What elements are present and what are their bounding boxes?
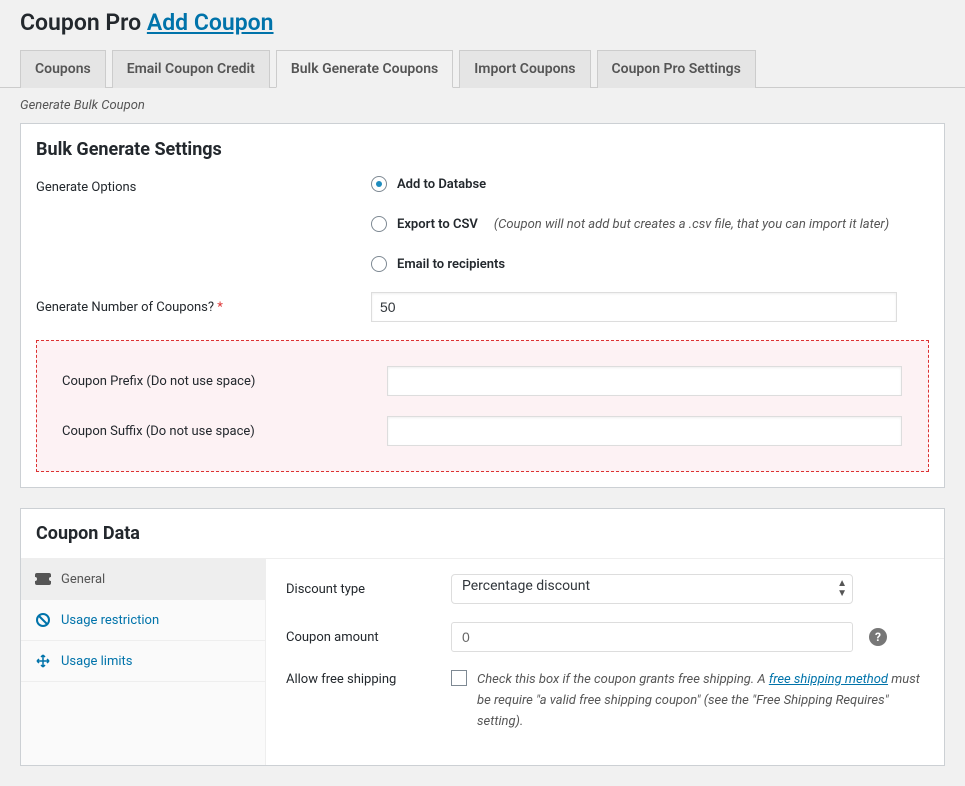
free-shipping-method-link[interactable]: free shipping method	[769, 672, 888, 687]
generate-options-radios: Add to Databse Export to CSV (Coupon wil…	[371, 176, 929, 280]
tab-coupons[interactable]: Coupons	[20, 50, 106, 88]
coupon-side-tabs: General Usage restriction Usage limits	[21, 559, 266, 765]
radio-export-csv[interactable]: Export to CSV (Coupon will not add but c…	[371, 216, 929, 232]
side-tab-usage-limits[interactable]: Usage limits	[21, 641, 265, 682]
coupon-data-title: Coupon Data	[21, 509, 944, 558]
help-icon[interactable]: ?	[869, 628, 887, 646]
coupon-prefix-input[interactable]	[387, 366, 902, 396]
page-title: Coupon Pro Add Coupon	[20, 9, 945, 36]
free-shipping-description: Check this box if the coupon grants free…	[477, 670, 924, 732]
radio-icon	[371, 256, 387, 272]
discount-type-label: Discount type	[286, 582, 441, 597]
radio-label-export-csv: Export to CSV	[397, 217, 478, 232]
tab-bulk-generate-coupons[interactable]: Bulk Generate Coupons	[276, 50, 453, 88]
coupon-suffix-label: Coupon Suffix (Do not use space)	[62, 424, 387, 439]
ticket-icon	[35, 571, 51, 587]
discount-type-row: Discount type Percentage discount ▲▼	[286, 574, 924, 604]
generate-number-label: Generate Number of Coupons? *	[36, 300, 371, 315]
add-coupon-link[interactable]: Add Coupon	[147, 9, 274, 36]
radio-label-email: Email to recipients	[397, 257, 505, 272]
subheader-text: Generate Bulk Coupon	[0, 88, 965, 123]
radio-icon	[371, 176, 387, 192]
generate-number-row: Generate Number of Coupons? *	[21, 286, 944, 328]
side-tab-usage-restriction[interactable]: Usage restriction	[21, 600, 265, 641]
required-asterisk: *	[217, 300, 223, 315]
tab-email-coupon-credit[interactable]: Email Coupon Credit	[112, 50, 270, 88]
coupon-data-panel: Coupon Data General Usage restriction Us…	[20, 508, 945, 766]
page-header: Coupon Pro Add Coupon	[0, 0, 965, 40]
move-icon	[35, 653, 51, 669]
coupon-prefix-label: Coupon Prefix (Do not use space)	[62, 374, 387, 389]
radio-email-recipients[interactable]: Email to recipients	[371, 256, 929, 272]
discount-type-select[interactable]: Percentage discount	[451, 574, 853, 604]
coupon-amount-label: Coupon amount	[286, 630, 441, 645]
radio-icon	[371, 216, 387, 232]
side-tab-label: Usage limits	[61, 654, 132, 669]
tab-import-coupons[interactable]: Import Coupons	[459, 50, 590, 88]
page-title-text: Coupon Pro	[20, 9, 141, 36]
coupon-amount-row: Coupon amount ?	[286, 622, 924, 652]
prefix-suffix-box: Coupon Prefix (Do not use space) Coupon …	[36, 340, 929, 472]
side-tab-label: General	[61, 572, 105, 587]
bulk-settings-title: Bulk Generate Settings	[21, 139, 944, 172]
side-tab-label: Usage restriction	[61, 613, 159, 628]
discount-type-select-wrap: Percentage discount ▲▼	[451, 574, 853, 604]
radio-add-to-database[interactable]: Add to Databse	[371, 176, 929, 192]
coupon-suffix-row: Coupon Suffix (Do not use space)	[37, 406, 928, 456]
coupon-data-body: General Usage restriction Usage limits D…	[21, 558, 944, 765]
coupon-prefix-row: Coupon Prefix (Do not use space)	[37, 356, 928, 406]
coupon-fields: Discount type Percentage discount ▲▼ Cou…	[266, 559, 944, 765]
free-shipping-row: Allow free shipping Check this box if th…	[286, 670, 924, 732]
coupon-amount-input[interactable]	[451, 622, 853, 652]
free-shipping-label: Allow free shipping	[286, 670, 441, 687]
radio-label-add-db: Add to Databse	[397, 177, 486, 192]
generate-options-label: Generate Options	[36, 176, 371, 195]
tab-coupon-pro-settings[interactable]: Coupon Pro Settings	[597, 50, 756, 88]
coupon-suffix-input[interactable]	[387, 416, 902, 446]
radio-hint-export-csv: (Coupon will not add but creates a .csv …	[488, 217, 889, 232]
ban-icon	[35, 612, 51, 628]
side-tab-general[interactable]: General	[21, 559, 265, 600]
bulk-generate-settings-panel: Bulk Generate Settings Generate Options …	[20, 123, 945, 488]
generate-number-input[interactable]	[371, 292, 897, 322]
free-shipping-checkbox[interactable]	[451, 670, 467, 686]
generate-options-row: Generate Options Add to Databse Export t…	[21, 172, 944, 286]
nav-tabs: Coupons Email Coupon Credit Bulk Generat…	[0, 40, 965, 88]
